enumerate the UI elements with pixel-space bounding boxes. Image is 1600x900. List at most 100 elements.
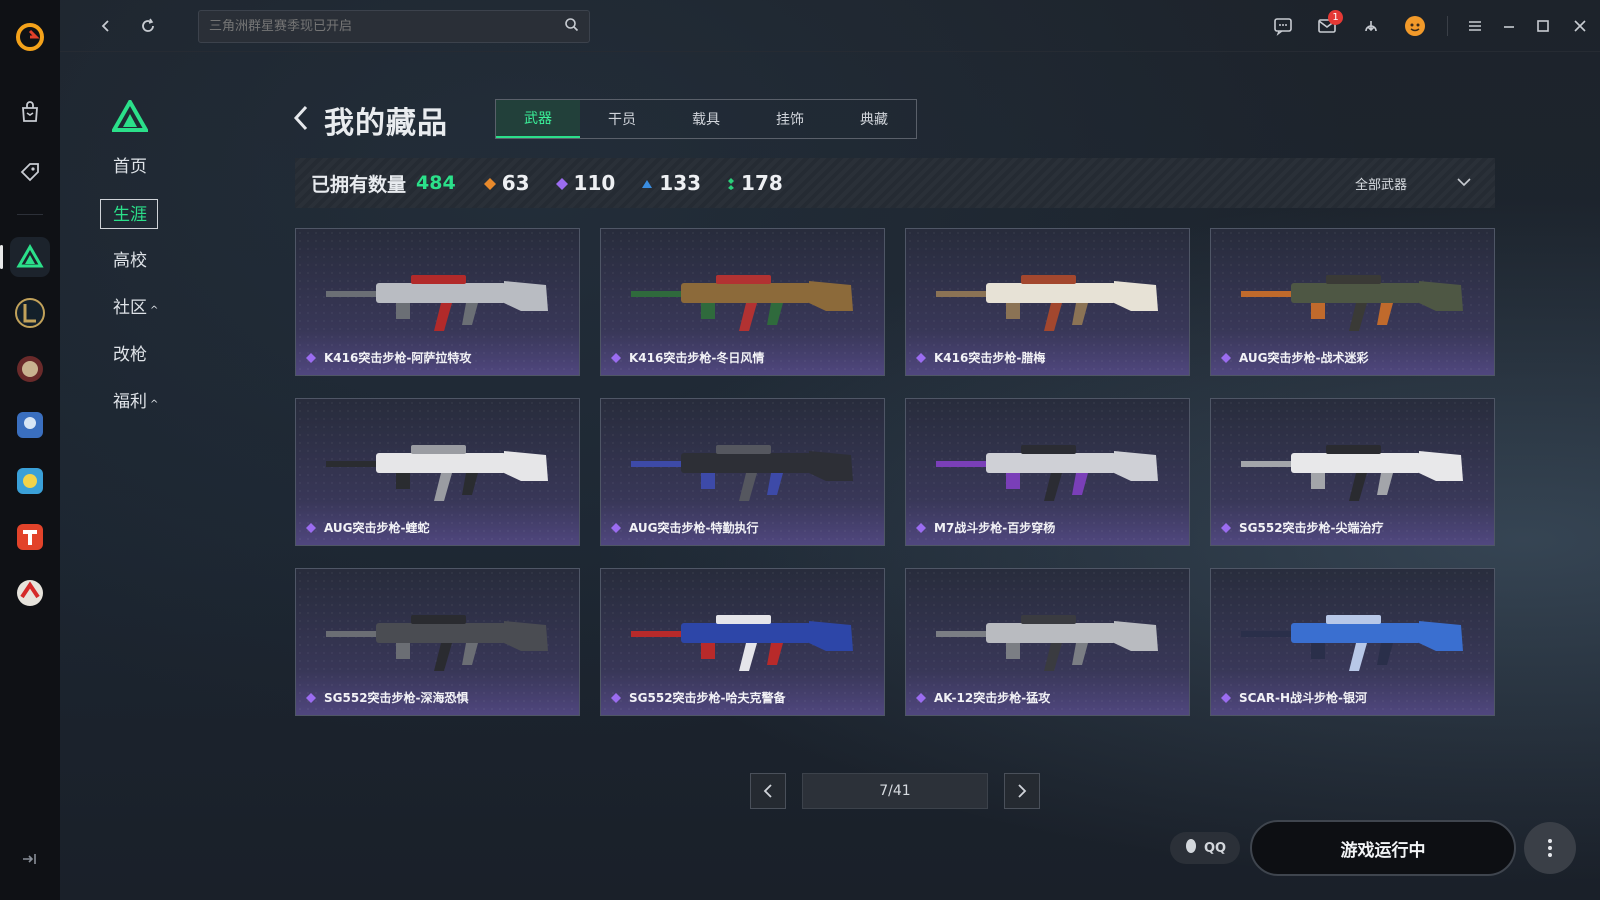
purple-gem-icon [1221,522,1231,533]
game-crossfire[interactable] [10,573,50,613]
subnav-college[interactable]: 高校 [100,246,160,276]
weapon-card[interactable]: M7战斗步枪-百步穿杨 [905,398,1190,546]
back-arrow-icon[interactable] [94,14,118,38]
app-logo-icon[interactable] [15,22,45,52]
pagination: 7/41 [750,773,1040,809]
weapon-card[interactable]: K416突击步枪-腊梅 [905,228,1190,376]
game-qq-farm[interactable] [10,461,50,501]
page-title: 我的藏品 [324,106,448,141]
user-avatar[interactable] [1393,0,1437,52]
weapon-image [326,445,548,501]
weapon-image [936,615,1158,671]
download-icon[interactable] [1349,0,1393,52]
weapon-label: AUG突击步枪-特勤执行 [611,519,759,536]
purple-gem-icon [611,522,621,533]
subnav-gun-mod[interactable]: 改枪 [100,340,160,370]
game-league-of-legends[interactable] [10,293,50,333]
page-indicator: 7/41 [802,773,988,809]
menu-icon[interactable] [1458,0,1492,52]
tab-charms[interactable]: 挂饰 [748,100,832,138]
purple-gem-icon [916,522,926,533]
more-options-icon[interactable] [1524,822,1576,874]
subnav-home[interactable]: 首页 [100,152,160,182]
stat-gold: 63 [483,171,530,195]
purple-gem-icon [916,692,926,703]
game-tianya[interactable] [10,517,50,557]
subnav-community[interactable]: 社区 ^ [100,293,160,323]
subnav-welfare[interactable]: 福利 ^ [100,387,160,417]
subnav-label: 福利 [113,392,147,412]
qq-label: QQ [1203,840,1227,856]
game-dnf[interactable] [10,349,50,389]
store-icon[interactable] [10,92,50,132]
filter-label: 全部武器 [1354,177,1407,193]
stat-green-count: 178 [741,171,783,195]
game-delta-force[interactable] [0,237,50,277]
tab-weapons[interactable]: 武器 [496,100,580,138]
weapon-card[interactable]: SG552突击步枪-尖端治疗 [1210,398,1495,546]
purple-gem-icon [611,692,621,703]
weapon-label: SG552突击步枪-哈夫克警备 [611,689,786,706]
purple-gem-icon [306,692,316,703]
launch-game-button[interactable]: 游戏运行中 [1250,820,1516,876]
weapon-image [326,275,548,331]
caret-up-icon: ^ [150,399,159,410]
weapon-card[interactable]: AUG突击步枪-特勤执行 [600,398,885,546]
weapon-card[interactable]: AUG突击步枪-战术迷彩 [1210,228,1495,376]
weapon-card[interactable]: AUG突击步枪-蝰蛇 [295,398,580,546]
game-qq-speed[interactable] [10,405,50,445]
weapon-card[interactable]: SCAR-H战斗步枪-银河 [1210,568,1495,716]
weapon-name: AK-12突击步枪-猛攻 [934,691,1051,705]
next-page-button[interactable] [1004,773,1040,809]
weapon-card[interactable]: SG552突击步枪-哈夫克警备 [600,568,885,716]
owned-count: 484 [416,172,456,194]
owned-label: 已拥有数量 [311,173,407,196]
weapon-card[interactable]: SG552突击步枪-深海恐惧 [295,568,580,716]
weapon-image [631,615,853,671]
weapon-filter-dropdown[interactable]: 全部武器 [1355,174,1471,193]
qq-button[interactable]: QQ [1170,832,1240,864]
sub-navigation: 首页 生涯 高校 社区 ^ 改枪 福利 ^ [100,97,220,434]
stat-purple: 110 [555,171,616,195]
maximize-icon[interactable] [1526,0,1560,52]
subnav-career[interactable]: 生涯 [100,199,158,229]
mail-icon[interactable]: 1 [1305,0,1349,52]
refresh-icon[interactable] [136,14,160,38]
tag-icon[interactable] [10,152,50,192]
weapon-label: SCAR-H战斗步枪-银河 [1221,689,1367,706]
tab-vehicles[interactable]: 载具 [664,100,748,138]
weapon-card[interactable]: AK-12突击步枪-猛攻 [905,568,1190,716]
tab-collection[interactable]: 典藏 [832,100,916,138]
chat-icon[interactable] [1261,0,1305,52]
weapon-label: K416突击步枪-腊梅 [916,349,1045,366]
weapon-image [1241,275,1463,331]
stats-bar: 已拥有数量 484 63 110 133 178 全部武器 [295,158,1495,208]
weapon-image [936,445,1158,501]
back-chevron-icon[interactable] [292,104,310,136]
search-input[interactable] [209,19,564,34]
purple-gem-icon [306,352,316,363]
top-bar: 1 [60,0,1600,52]
collection-grid: K416突击步枪-阿萨拉特攻 K416突击步枪-冬日风情 K416突击步枪-腊梅 AU… [295,228,1495,716]
search-icon[interactable] [564,17,579,36]
weapon-label: K416突击步枪-冬日风情 [611,349,764,366]
green-gem-icon [727,171,735,195]
active-indicator [0,245,3,269]
mail-badge: 1 [1328,10,1343,25]
search-bar[interactable] [198,10,590,43]
prev-page-button[interactable] [750,773,786,809]
weapon-name: SG552突击步枪-尖端治疗 [1239,521,1384,535]
purple-gem-icon [555,171,568,195]
weapon-card[interactable]: K416突击步枪-阿萨拉特攻 [295,228,580,376]
collapse-sidebar-icon[interactable] [20,850,38,872]
minimize-icon[interactable] [1492,0,1526,52]
weapon-image [1241,445,1463,501]
stat-green: 178 [727,171,783,195]
stat-purple-count: 110 [573,171,616,195]
purple-gem-icon [916,352,926,363]
weapon-label: M7战斗步枪-百步穿杨 [916,519,1055,536]
weapon-label: AUG突击步枪-蝰蛇 [306,519,430,536]
close-icon[interactable] [1560,0,1600,52]
weapon-card[interactable]: K416突击步枪-冬日风情 [600,228,885,376]
tab-operators[interactable]: 干员 [580,100,664,138]
